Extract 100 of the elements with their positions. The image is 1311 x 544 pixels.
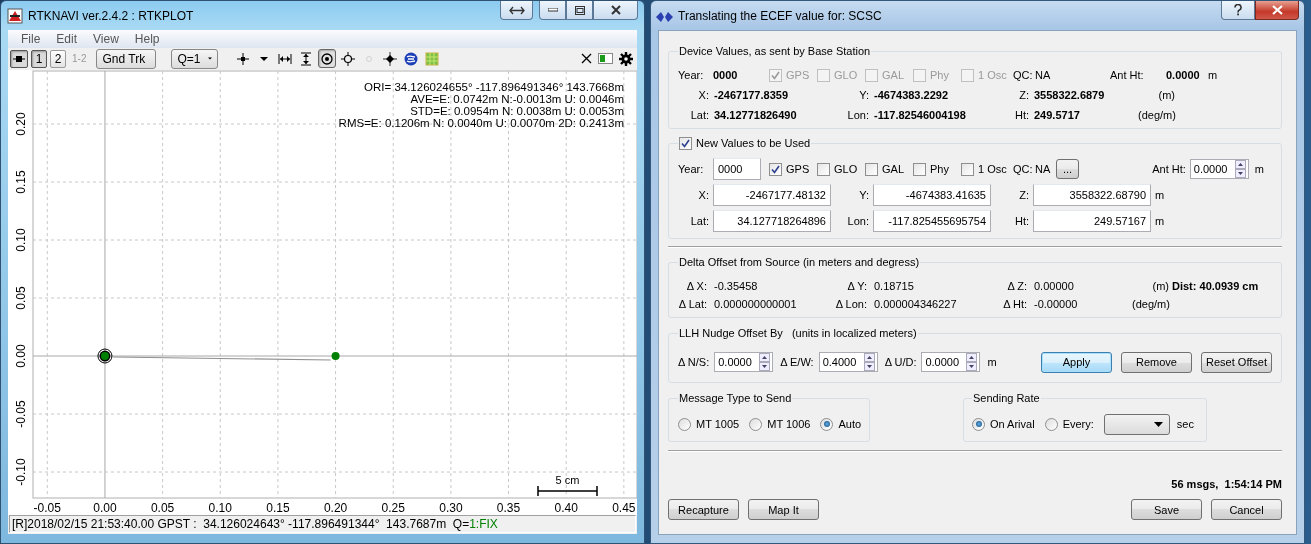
minimize-icon [547, 8, 558, 12]
spin-field[interactable]: 0.0000 [922, 353, 967, 371]
plot-type-dropdown[interactable]: Gnd Trk [96, 49, 157, 69]
radio-label: MT 1006 [767, 418, 811, 430]
radio-button[interactable] [972, 417, 985, 431]
plot-mode-button[interactable]: 1 [31, 50, 47, 68]
spin-box[interactable]: 0.0000 [1189, 159, 1249, 179]
field-label: Y: [858, 189, 869, 201]
x-axis-label: 0.45 [612, 501, 636, 516]
spin-field[interactable]: 0.4000 [819, 353, 864, 371]
checkbox-label: GPS [786, 69, 810, 81]
vertical-arrows-icon [299, 52, 314, 66]
radio-label: Every: [1062, 418, 1094, 430]
group-title: Message Type to Send [678, 392, 793, 405]
quality-dropdown[interactable]: Q=1 [171, 49, 219, 69]
checkbox[interactable] [865, 162, 878, 176]
help-icon [1234, 4, 1242, 16]
spin-field[interactable]: 0.0000 [1190, 160, 1235, 178]
field-label: Δ U/D: [884, 356, 917, 368]
text-field[interactable]: 34.127718264896 [713, 210, 831, 232]
panel-toggle-icon[interactable] [598, 53, 613, 65]
checkbox-label: GAL [882, 163, 904, 175]
settings-icon[interactable] [619, 52, 633, 66]
spin-arrows-icon[interactable] [759, 353, 771, 371]
field-label: Y: [858, 89, 869, 101]
action-button[interactable]: Remove [1121, 351, 1192, 373]
group-title: Device Values, as sent by Base Station [678, 45, 872, 58]
field-label: QC: [1013, 69, 1034, 81]
unit-label: sec [1176, 418, 1194, 430]
field-value: 0000 [713, 69, 739, 81]
spin-arrows-icon[interactable] [966, 353, 978, 371]
close-button[interactable] [593, 1, 638, 20]
menu-item[interactable]: Help [126, 31, 168, 46]
plot-mode-button[interactable]: 2 [50, 50, 66, 68]
radio-button[interactable] [1044, 417, 1058, 431]
crosshair-circle-button[interactable] [339, 49, 358, 69]
checkbox-label: 1 Osc [978, 163, 1007, 175]
dialog-button[interactable]: Cancel [1211, 499, 1282, 520]
menu-item[interactable]: Edit [48, 31, 86, 46]
target-button[interactable] [318, 49, 337, 69]
more-button[interactable]: ... [1056, 159, 1079, 179]
checkbox-label: Phy [930, 69, 949, 81]
group-title: LLH Nudge Offset By (units in localized meters) [678, 327, 918, 340]
spin-box[interactable]: 0.0000 [921, 352, 981, 372]
help-button[interactable] [1221, 1, 1255, 20]
plot-mode-button[interactable] [10, 50, 28, 68]
message-status: 56 msgs, 1:54:14 PM [1171, 478, 1282, 490]
swap-button[interactable] [500, 1, 533, 20]
text-field[interactable]: 249.57167 [1033, 210, 1151, 232]
delta-value: -0.00000 [1033, 298, 1079, 310]
dialog-button[interactable]: Recapture [668, 499, 739, 520]
close-icon [1271, 5, 1283, 15]
dot-button[interactable] [381, 49, 400, 69]
x-axis-label: 0.05 [150, 501, 175, 516]
checkbox-label: GLO [834, 163, 858, 175]
spin-box[interactable]: 0.4000 [818, 352, 878, 372]
statistics-text: RMS=E: 0.1206m N: 0.0040m U: 0.0070m 2D: 0.2413m [338, 117, 624, 130]
checkbox-label: Phy [930, 163, 949, 175]
field-label: Lon: [846, 215, 869, 227]
checkbox[interactable] [961, 162, 974, 176]
close-button[interactable] [1255, 1, 1299, 20]
field-label: QC: [1013, 163, 1034, 175]
field-label: Lon: [846, 109, 869, 121]
crosshair-circle-icon [341, 52, 356, 66]
spin-arrows-icon[interactable] [1234, 160, 1246, 178]
field-label: X: [697, 189, 709, 201]
action-button[interactable]: Reset Offset [1201, 351, 1272, 373]
text-field[interactable]: 3558322.68790 [1033, 184, 1151, 206]
spin-arrows-icon[interactable] [863, 353, 875, 371]
field-value: NA [1035, 69, 1052, 81]
text-field[interactable]: -2467177.48132 [713, 184, 831, 206]
caret-icon [1153, 421, 1163, 427]
spin-box[interactable]: 0.0000 [714, 352, 774, 372]
quality-status: 1:FIX [469, 517, 498, 532]
text-field[interactable]: 0000 [713, 158, 761, 180]
interval-dropdown[interactable] [1103, 413, 1170, 435]
group-title: Sending Rate [972, 392, 1041, 405]
close-icon[interactable] [581, 53, 592, 65]
action-button[interactable]: Apply [1041, 351, 1112, 373]
minimize-button[interactable] [539, 1, 566, 20]
delta-value: 0.000004346227 [873, 298, 958, 310]
group-title: Delta Offset from Source (in meters and degress) [678, 256, 921, 269]
dialog-button[interactable]: Map It [748, 499, 819, 520]
radio-button[interactable] [749, 417, 763, 431]
checkbox-label: GPS [786, 163, 810, 175]
checkbox[interactable] [679, 137, 692, 150]
spin-field[interactable]: 0.0000 [715, 353, 760, 371]
menu-item[interactable]: File [13, 31, 49, 46]
dialog-button[interactable]: Save [1131, 499, 1202, 520]
text-field[interactable]: -4674383.41635 [873, 184, 991, 206]
field-label: Z: [1018, 89, 1029, 101]
maximize-button[interactable] [566, 1, 593, 20]
radio-button[interactable] [678, 417, 691, 431]
checkbox[interactable] [817, 162, 830, 176]
checkbox[interactable] [769, 162, 782, 176]
y-axis-label: 0.15 [14, 170, 28, 194]
menu-item[interactable]: View [85, 31, 127, 46]
checkbox[interactable] [913, 162, 926, 176]
radio-button[interactable] [820, 417, 834, 431]
text-field[interactable]: -117.825455695754 [873, 210, 991, 232]
